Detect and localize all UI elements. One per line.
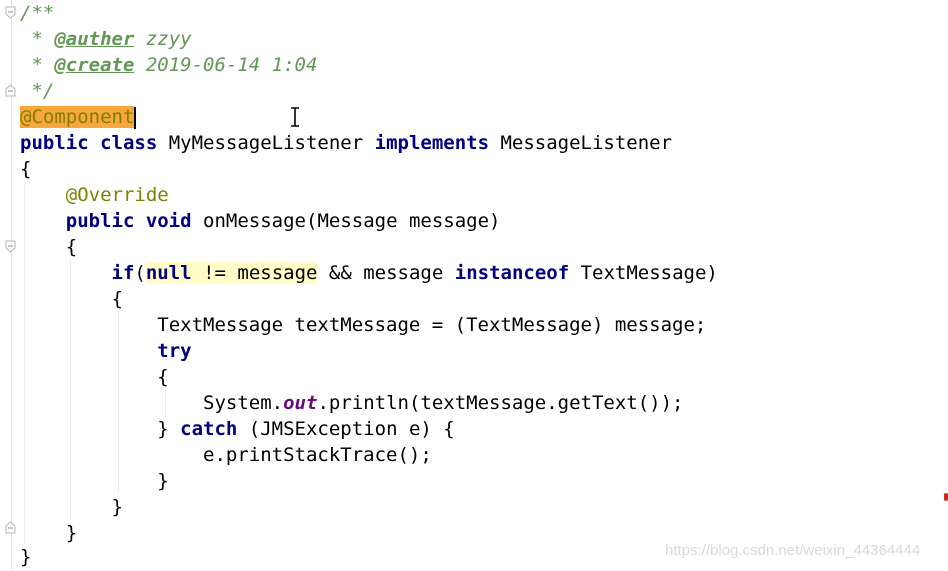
code-line-20: } [20, 496, 123, 518]
code-line-22: } [20, 546, 32, 568]
fold-marker-icon[interactable] [5, 240, 16, 253]
code-line-6: public class MyMessageListener implement… [20, 132, 673, 154]
fold-marker-icon[interactable] [5, 84, 16, 97]
code-line-17: } catch (JMSException e) { [20, 418, 455, 440]
code-line-18: e.printStackTrace(); [20, 444, 432, 466]
code-line-21: } [20, 522, 78, 544]
code-line-10: { [20, 236, 78, 258]
fold-marker-icon[interactable] [5, 521, 16, 534]
usage-highlight: != message [191, 262, 318, 284]
code-line-4: */ [20, 80, 55, 102]
error-marker [944, 493, 948, 501]
code-line-14: try [157, 340, 192, 362]
ibeam-cursor-icon [289, 107, 301, 127]
code-line-8: @Override [65, 184, 169, 206]
code-line-9: public void onMessage(Message message) [65, 210, 501, 232]
selected-annotation: @Component [20, 106, 135, 128]
code-line-7: { [20, 158, 32, 180]
code-line-1: /** [20, 2, 55, 24]
fold-marker-icon[interactable] [5, 6, 16, 19]
code-line-13: TextMessage textMessage = (TextMessage) … [20, 314, 707, 336]
code-line-2: * @auther zzyy [20, 28, 192, 50]
code-editor[interactable]: /** * @auther zzyy * @create 2019-06-14 … [0, 0, 948, 571]
code-line-15: { [20, 366, 169, 388]
code-line-12: { [20, 288, 123, 310]
code-line-19: } [20, 470, 169, 492]
text-caret [134, 106, 137, 129]
code-line-3: * @create 2019-06-14 1:04 [20, 54, 318, 76]
code-line-11: if(null != message && message instanceof… [111, 262, 718, 284]
watermark: https://blog.csdn.net/weixin_44364444 [665, 542, 921, 559]
code-line-5: @Component [20, 104, 137, 130]
code-line-16: System.out.println(textMessage.getText()… [20, 392, 684, 414]
